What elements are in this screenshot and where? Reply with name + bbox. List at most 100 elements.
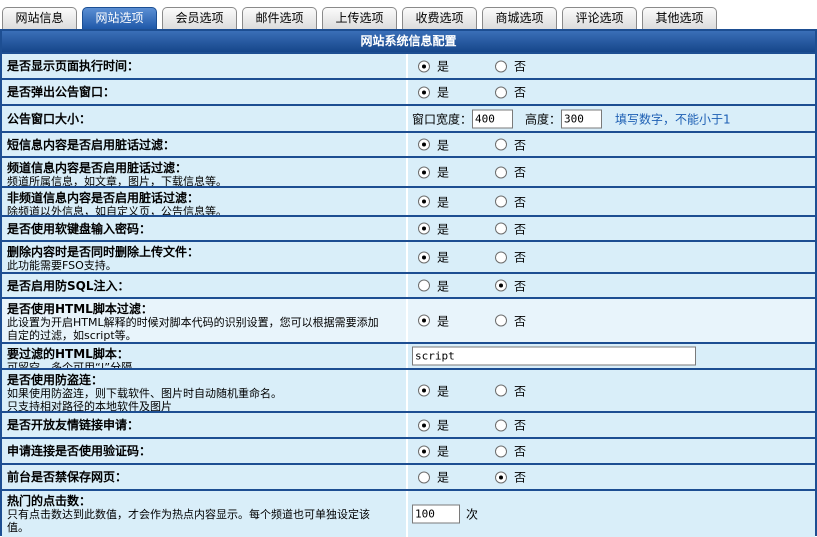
radio-yes[interactable]: 是 bbox=[418, 249, 449, 266]
setting-description: 除频道以外信息，如自定义页，公告信息等。 bbox=[7, 205, 227, 215]
setting-control-cell: 是否 bbox=[408, 242, 815, 272]
tab-9[interactable]: 其他选项 bbox=[642, 7, 717, 29]
tab-1[interactable]: 网站信息 bbox=[2, 7, 77, 29]
setting-title: 频道信息内容是否启用脏话过滤： bbox=[7, 161, 188, 175]
radio-yes[interactable]: 是 bbox=[418, 469, 449, 486]
radio-button-icon[interactable] bbox=[418, 86, 430, 98]
radio-button-icon[interactable] bbox=[495, 60, 508, 72]
setting-control-cell: 是否 bbox=[408, 158, 815, 186]
radio-no[interactable]: 否 bbox=[495, 164, 526, 181]
script-filter-input[interactable] bbox=[412, 346, 696, 366]
radio-no[interactable]: 否 bbox=[495, 382, 526, 399]
radio-label: 是 bbox=[437, 59, 450, 74]
setting-row-delete-uploads: 删除内容时是否同时删除上传文件： 此功能需要FSO支持。是否 bbox=[2, 242, 815, 272]
radio-button-icon[interactable] bbox=[418, 445, 430, 457]
hot-click-unit: 次 bbox=[466, 507, 479, 522]
radio-no[interactable]: 否 bbox=[495, 277, 526, 294]
radio-yes[interactable]: 是 bbox=[418, 443, 449, 460]
radio-yes[interactable]: 是 bbox=[418, 136, 449, 153]
tab-2[interactable]: 网站选项 bbox=[82, 7, 157, 29]
radio-no[interactable]: 否 bbox=[495, 58, 526, 75]
setting-row-link-captcha: 申请连接是否使用验证码：是否 bbox=[2, 439, 815, 463]
tab-6[interactable]: 收费选项 bbox=[402, 7, 477, 29]
width-label: 窗口宽度： bbox=[412, 112, 473, 126]
radio-label: 是 bbox=[437, 165, 450, 180]
radio-yes[interactable]: 是 bbox=[418, 417, 449, 434]
setting-row-anti-leech: 是否使用防盗连： 如果使用防盗连，则下载软件、图片时自动随机重命名。 只支持相对路径… bbox=[2, 370, 815, 411]
radio-no[interactable]: 否 bbox=[495, 417, 526, 434]
setting-label-cell: 是否使用软键盘输入密码： bbox=[2, 217, 406, 240]
setting-label-cell: 是否弹出公告窗口： bbox=[2, 80, 406, 104]
radio-label: 是 bbox=[437, 250, 450, 265]
radio-yes[interactable]: 是 bbox=[418, 277, 449, 294]
radio-button-icon[interactable] bbox=[418, 279, 430, 292]
radio-no[interactable]: 否 bbox=[495, 469, 526, 486]
radio-button-icon[interactable] bbox=[495, 251, 508, 263]
tab-4[interactable]: 邮件选项 bbox=[242, 7, 317, 29]
radio-yes[interactable]: 是 bbox=[418, 382, 449, 399]
radio-yes[interactable]: 是 bbox=[418, 84, 449, 101]
radio-button-icon[interactable] bbox=[495, 86, 508, 98]
radio-button-icon[interactable] bbox=[418, 60, 430, 72]
setting-control-cell: 是否 bbox=[408, 80, 815, 104]
setting-label-cell: 要过滤的HTML脚本： 可留空，多个可用“|”分隔。 bbox=[2, 344, 406, 368]
radio-button-icon[interactable] bbox=[495, 279, 508, 292]
hot-click-input[interactable] bbox=[412, 504, 460, 524]
radio-no[interactable]: 否 bbox=[495, 249, 526, 266]
height-input[interactable] bbox=[561, 109, 603, 128]
radio-button-icon[interactable] bbox=[495, 471, 508, 483]
radio-group: 是否 bbox=[418, 382, 526, 399]
script-filter-field bbox=[412, 346, 696, 366]
setting-control-cell: 是否 bbox=[408, 465, 815, 489]
radio-no[interactable]: 否 bbox=[495, 443, 526, 460]
radio-no[interactable]: 否 bbox=[495, 220, 526, 237]
radio-no[interactable]: 否 bbox=[495, 312, 526, 329]
radio-yes[interactable]: 是 bbox=[418, 312, 449, 329]
radio-button-icon[interactable] bbox=[418, 195, 430, 208]
radio-button-icon[interactable] bbox=[495, 445, 508, 457]
setting-control-cell: 是否 bbox=[408, 274, 815, 297]
width-input[interactable] bbox=[472, 109, 514, 128]
setting-title: 公告窗口大小： bbox=[7, 111, 92, 126]
radio-yes[interactable]: 是 bbox=[418, 193, 449, 210]
radio-button-icon[interactable] bbox=[495, 419, 508, 431]
radio-label: 是 bbox=[437, 384, 450, 398]
tab-7[interactable]: 商城选项 bbox=[482, 7, 557, 29]
hot-click-field: 次 bbox=[412, 504, 479, 524]
radio-button-icon[interactable] bbox=[418, 222, 430, 235]
radio-button-icon[interactable] bbox=[418, 384, 430, 397]
radio-button-icon[interactable] bbox=[495, 166, 508, 178]
radio-button-icon[interactable] bbox=[418, 419, 430, 431]
radio-button-icon[interactable] bbox=[418, 471, 430, 483]
radio-button-icon[interactable] bbox=[495, 195, 508, 208]
setting-label-cell: 频道信息内容是否启用脏话过滤： 频道所属信息，如文章，图片，下载信息等。 bbox=[2, 158, 406, 186]
setting-description: 值。 bbox=[7, 521, 29, 534]
tab-5[interactable]: 上传选项 bbox=[322, 7, 397, 29]
radio-yes[interactable]: 是 bbox=[418, 220, 449, 237]
setting-description: 如果使用防盗连，则下载软件、图片时自动随机重命名。 bbox=[7, 387, 282, 400]
radio-button-icon[interactable] bbox=[418, 251, 430, 263]
radio-label: 否 bbox=[514, 138, 527, 152]
radio-yes[interactable]: 是 bbox=[418, 58, 449, 75]
setting-control-cell: 是否 bbox=[408, 217, 815, 240]
radio-label: 否 bbox=[514, 165, 527, 180]
radio-no[interactable]: 否 bbox=[495, 136, 526, 153]
radio-button-icon[interactable] bbox=[418, 138, 430, 151]
radio-label: 否 bbox=[514, 195, 527, 209]
setting-label-cell: 非频道信息内容是否启用脏话过滤： 除频道以外信息，如自定义页，公告信息等。 bbox=[2, 188, 406, 215]
radio-button-icon[interactable] bbox=[418, 166, 430, 178]
setting-row-hot-click-count: 热门的点击数： 只有点击数达到此数值，才会作为热点内容显示。每个频道也可单独设定该… bbox=[2, 491, 815, 537]
radio-button-icon[interactable] bbox=[495, 384, 508, 397]
radio-no[interactable]: 否 bbox=[495, 193, 526, 210]
radio-button-icon[interactable] bbox=[495, 138, 508, 151]
size-hint: 填写数字，不能小于1 bbox=[615, 112, 731, 126]
radio-no[interactable]: 否 bbox=[495, 84, 526, 101]
radio-yes[interactable]: 是 bbox=[418, 164, 449, 181]
tab-8[interactable]: 评论选项 bbox=[562, 7, 637, 29]
tab-3[interactable]: 会员选项 bbox=[162, 7, 237, 29]
radio-button-icon[interactable] bbox=[495, 314, 508, 327]
radio-button-icon[interactable] bbox=[495, 222, 508, 235]
setting-control-cell: 是否 bbox=[408, 188, 815, 215]
section-title: 网站系统信息配置 bbox=[2, 31, 815, 52]
radio-button-icon[interactable] bbox=[418, 314, 430, 327]
